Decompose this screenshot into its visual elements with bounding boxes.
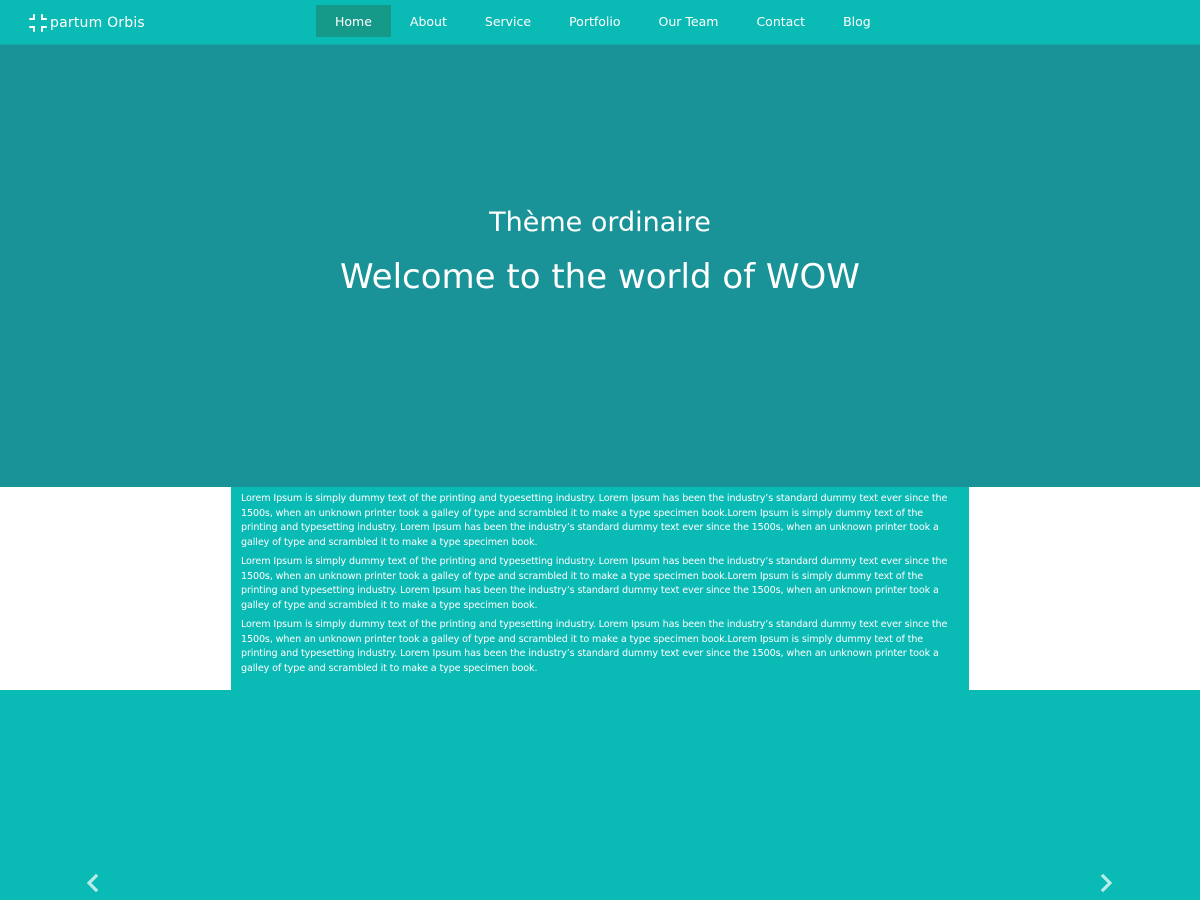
brand-name: partum Orbis — [50, 15, 145, 31]
nav-item-service[interactable]: Service — [466, 5, 550, 37]
carousel-next-button[interactable] — [1097, 872, 1117, 894]
content-paragraph: Lorem Ipsum is simply dummy text of the … — [241, 493, 948, 548]
hero-section: Thème ordinaire Welcome to the world of … — [0, 45, 1200, 487]
main-nav: Home About Service Portfolio Our Team Co… — [316, 5, 890, 37]
content-band: Lorem Ipsum is simply dummy text of the … — [0, 487, 1200, 690]
nav-item-about[interactable]: About — [391, 5, 466, 37]
content-paragraph: Lorem Ipsum is simply dummy text of the … — [241, 619, 948, 674]
chevron-left-icon — [86, 874, 99, 892]
navbar: partum Orbis Home About Service Portfoli… — [0, 0, 1200, 45]
brand-link[interactable]: partum Orbis — [28, 12, 145, 34]
carousel-prev-button[interactable] — [82, 872, 102, 894]
hero-subtitle: Thème ordinaire — [489, 207, 711, 238]
nav-item-blog[interactable]: Blog — [824, 5, 890, 37]
nav-item-contact[interactable]: Contact — [737, 5, 824, 37]
nav-item-home[interactable]: Home — [316, 5, 391, 37]
carousel-area — [0, 690, 1200, 900]
chevron-right-icon — [1100, 874, 1113, 892]
nav-item-our-team[interactable]: Our Team — [640, 5, 738, 37]
content-paragraph: Lorem Ipsum is simply dummy text of the … — [241, 556, 948, 611]
hero-title: Welcome to the world of WOW — [340, 257, 860, 297]
content-box: Lorem Ipsum is simply dummy text of the … — [231, 487, 969, 690]
spark-logo-icon — [28, 13, 48, 33]
nav-item-portfolio[interactable]: Portfolio — [550, 5, 639, 37]
